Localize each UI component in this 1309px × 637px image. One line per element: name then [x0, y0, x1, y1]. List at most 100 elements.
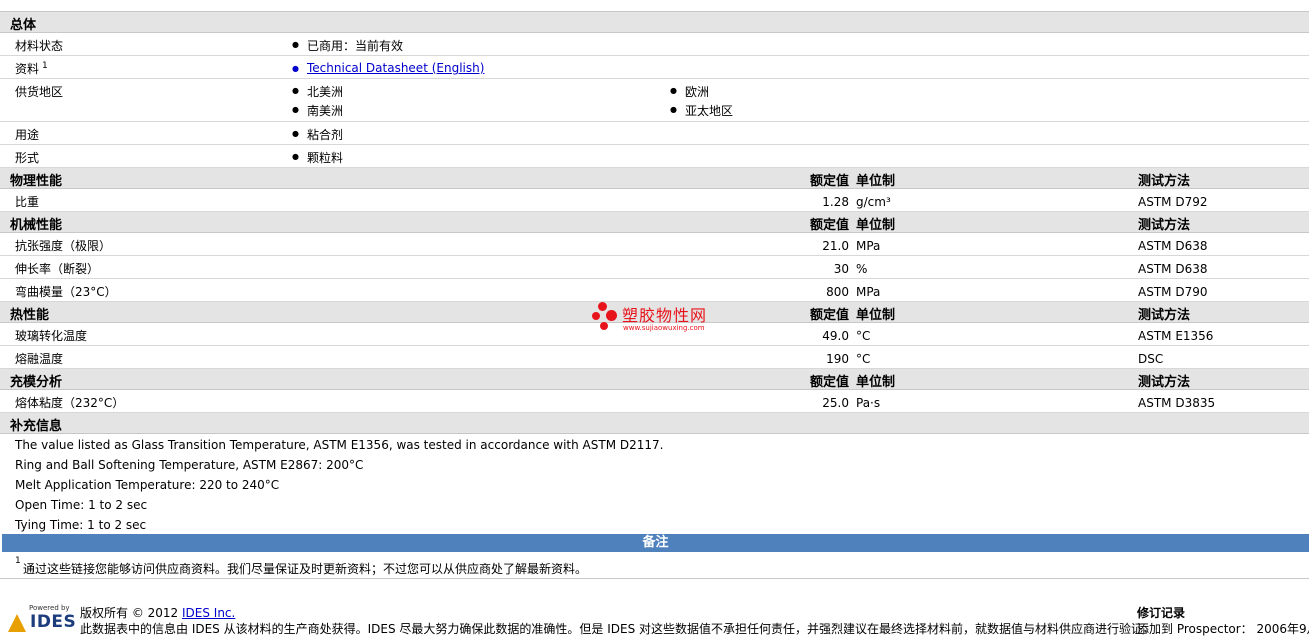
section-title: 充模分析 — [10, 375, 63, 390]
section-title: 补充信息 — [10, 419, 63, 434]
row-use: 用途 粘合剂 — [0, 122, 1309, 145]
property-label: 熔体粘度（232°C） — [15, 396, 125, 410]
revision-line: 添加到 Prospector： 2006年9月 — [1137, 622, 1309, 636]
section-mechanical: 机械性能 额定值 单位制 测试方法 — [0, 212, 1309, 233]
supplemental-note: Tying Time: 1 to 2 sec — [15, 518, 147, 532]
property-label: 抗张强度（极限） — [15, 239, 112, 253]
region-item: 南美洲 — [292, 102, 343, 119]
watermark-text: 塑胶物性网 — [622, 306, 708, 325]
section-general: 总体 — [0, 12, 1309, 33]
property-unit: MPa — [856, 239, 881, 253]
property-row: 熔融温度 190 °C DSC — [0, 346, 1309, 369]
logo-name: IDES — [30, 612, 77, 632]
property-value: 190 — [826, 352, 849, 366]
property-row: 弯曲模量（23°C） 800 MPa ASTM D790 — [0, 279, 1309, 302]
status-value: 已商用：当前有效 — [292, 37, 403, 54]
property-method: DSC — [1138, 352, 1164, 366]
watermark-dot — [600, 322, 608, 330]
watermark-url: www.sujiaowuxing.com — [623, 324, 705, 332]
property-row: 熔体粘度（232°C） 25.0 Pa·s ASTM D3835 — [0, 390, 1309, 413]
property-label: 熔融温度 — [15, 352, 64, 366]
property-value: 25.0 — [822, 396, 849, 410]
property-row: 伸长率（断裂） 30 % ASTM D638 — [0, 256, 1309, 279]
property-label: 比重 — [15, 195, 40, 209]
header-unit: 单位制 — [856, 375, 896, 390]
section-title: 物理性能 — [10, 174, 63, 189]
property-unit: Pa·s — [856, 396, 881, 410]
section-supplemental: 补充信息 — [0, 413, 1309, 434]
property-value: 800 — [826, 285, 849, 299]
technical-datasheet-link[interactable]: Technical Datasheet (English) — [292, 61, 484, 75]
header-value: 额定值 — [809, 308, 849, 323]
header-method: 测试方法 — [1138, 218, 1191, 233]
section-molding: 充模分析 额定值 单位制 测试方法 — [0, 369, 1309, 390]
section-title: 总体 — [10, 18, 37, 33]
property-method: ASTM D792 — [1138, 195, 1208, 209]
datasheet: 总体 材料状态 已商用：当前有效 资料1 Technical Datasheet… — [0, 0, 1309, 579]
header-value: 额定值 — [809, 174, 849, 189]
row-label: 供货地区 — [15, 85, 64, 99]
supplemental-note: The value listed as Glass Transition Tem… — [15, 438, 664, 452]
disclaimer: 此数据表中的信息由 IDES 从该材料的生产商处获得。IDES 尽最大努力确保此… — [80, 622, 1156, 636]
property-value: 30 — [833, 262, 849, 276]
property-row: 抗张强度（极限） 21.0 MPa ASTM D638 — [0, 233, 1309, 256]
header-unit: 单位制 — [856, 308, 896, 323]
row-documents: 资料1 Technical Datasheet (English) — [0, 56, 1309, 79]
logo-powered-by: Powered by — [29, 604, 70, 612]
remarks-banner: 备注 — [2, 534, 1309, 552]
property-unit: °C — [856, 329, 871, 343]
row-label: 形式 — [15, 151, 40, 165]
footnote-marker: 1 — [15, 556, 21, 566]
property-method: ASTM D790 — [1138, 285, 1208, 299]
header-unit: 单位制 — [856, 218, 896, 233]
revision-title: 修订记录 — [1137, 606, 1186, 620]
property-method: ASTM E1356 — [1138, 329, 1214, 343]
ides-link[interactable]: IDES Inc. — [182, 606, 235, 620]
row-label: 资料 1 — [15, 61, 48, 76]
supplemental-note: Ring and Ball Softening Temperature, AST… — [15, 458, 364, 472]
watermark-logo: 塑胶物性网 www.sujiaowuxing.com — [592, 302, 722, 338]
property-value: 21.0 — [822, 239, 849, 253]
section-title: 机械性能 — [10, 218, 63, 233]
property-method: ASTM D638 — [1138, 239, 1208, 253]
supplemental-note: Open Time: 1 to 2 sec — [15, 498, 148, 512]
header-method: 测试方法 — [1138, 375, 1191, 390]
ides-logo: Powered by IDES — [6, 604, 76, 634]
row-label: 用途 — [15, 128, 40, 142]
row-label: 材料状态 — [15, 39, 64, 53]
region-item: 亚太地区 — [670, 102, 733, 119]
property-label: 玻璃转化温度 — [15, 329, 88, 343]
top-divider — [0, 0, 1309, 12]
region-item: 欧洲 — [670, 83, 709, 100]
region-item: 北美洲 — [292, 83, 343, 100]
property-value: 49.0 — [822, 329, 849, 343]
header-value: 额定值 — [809, 218, 849, 233]
section-title: 热性能 — [10, 308, 50, 323]
footer: Powered by IDES 版权所有 © 2012 IDES Inc. 此数… — [0, 598, 1309, 637]
header-method: 测试方法 — [1138, 174, 1191, 189]
property-unit: g/cm³ — [856, 195, 891, 209]
header-value: 额定值 — [809, 375, 849, 390]
ides-triangle-icon — [8, 614, 26, 632]
row-material-status: 材料状态 已商用：当前有效 — [0, 33, 1309, 56]
property-unit: °C — [856, 352, 871, 366]
property-row: 比重 1.28 g/cm³ ASTM D792 — [0, 189, 1309, 212]
supplemental-note: Melt Application Temperature: 220 to 240… — [15, 478, 280, 492]
form-value: 颗粒料 — [292, 149, 343, 166]
watermark-dot — [606, 310, 617, 321]
property-label: 弯曲模量（23°C） — [15, 285, 117, 299]
watermark-dot — [592, 312, 600, 320]
property-label: 伸长率（断裂） — [15, 262, 100, 276]
property-unit: MPa — [856, 285, 881, 299]
header-unit: 单位制 — [856, 174, 896, 189]
remarks-text: 通过这些链接您能够访问供应商资料。我们尽量保证及时更新资料；不过您可以从供应商处… — [23, 562, 588, 576]
copyright: 版权所有 © 2012 IDES Inc. — [80, 606, 236, 620]
row-form: 形式 颗粒料 — [0, 145, 1309, 168]
property-unit: % — [856, 262, 868, 276]
watermark-dot — [598, 302, 607, 311]
section-physical: 物理性能 额定值 单位制 测试方法 — [0, 168, 1309, 189]
row-supply-regions: 供货地区 北美洲 南美洲 欧洲 亚太地区 — [0, 79, 1309, 122]
property-value: 1.28 — [822, 195, 849, 209]
header-method: 测试方法 — [1138, 308, 1191, 323]
property-method: ASTM D638 — [1138, 262, 1208, 276]
